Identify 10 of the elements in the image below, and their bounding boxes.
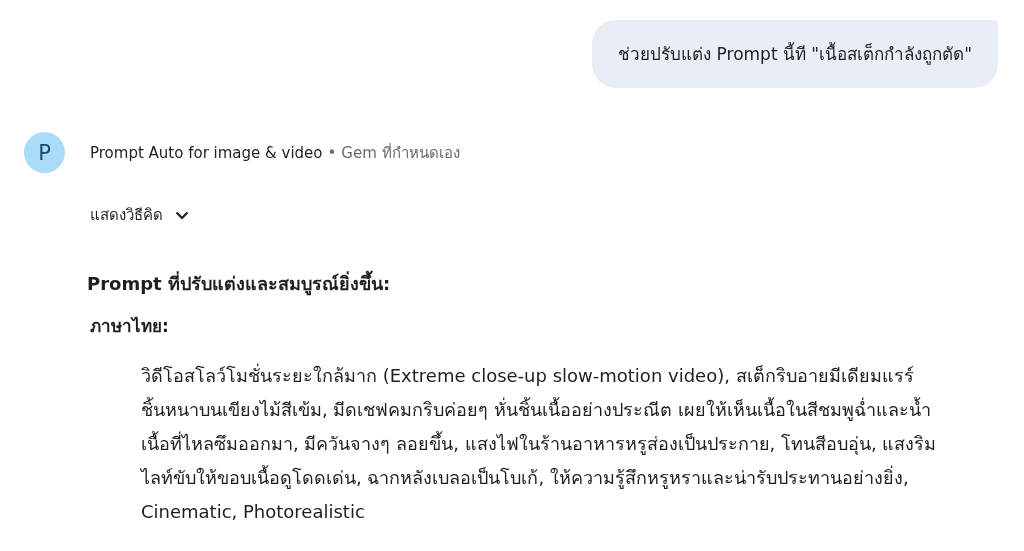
prompt-text: วิดีโอสโลว์โมชั่นระยะใกล้มาก (Extreme close-up slow-motion video), สเต็กริบอายมีเดียมแรร์ ชิ้นหนาบนเขียงไม้สีเข้ม, มีดเชฟคมกริบค่อยๆ หั่นชิ้นเนื้ออย่างประณีต เผยให้เห็นเนื้อในสีชมพูฉ่ำและน้ำเนื้อที่ไหลซึมออกมา, มีควันจางๆ ลอยขึ้น, แสงไฟในร้านอาหารหรูส่องเป็นประกาย, โทนสีอบอุ่น, แสงริมไลท์ขับให้ขอบเนื้อดูโดดเด่น, ฉากหลังเบลอเป็นโบเก้, ให้ความรู้สึกหรูหราและน่ารับประทานอย่างยิ่ง, Cinematic, Photorealistic [141, 362, 938, 524]
chevron-icon [175, 210, 189, 220]
avatar: P [24, 132, 65, 173]
response-heading: Prompt ที่ปรับแต่งและสมบูรณ์ยิ่งขึ้น: [87, 269, 998, 298]
sender-name: Prompt Auto for image & video [90, 143, 323, 162]
show-thinking-button[interactable]: แสดงวิธีคิด [90, 203, 189, 227]
sender-type: Gem ที่กำหนดเอง [341, 142, 460, 164]
separator: • [327, 143, 337, 162]
language-heading: ภาษาไทย: [90, 315, 170, 338]
user-message: ช่วยปรับแต่ง Prompt นี้ที "เนื้อสเต็กกำลังถูกตัด" [592, 20, 998, 88]
